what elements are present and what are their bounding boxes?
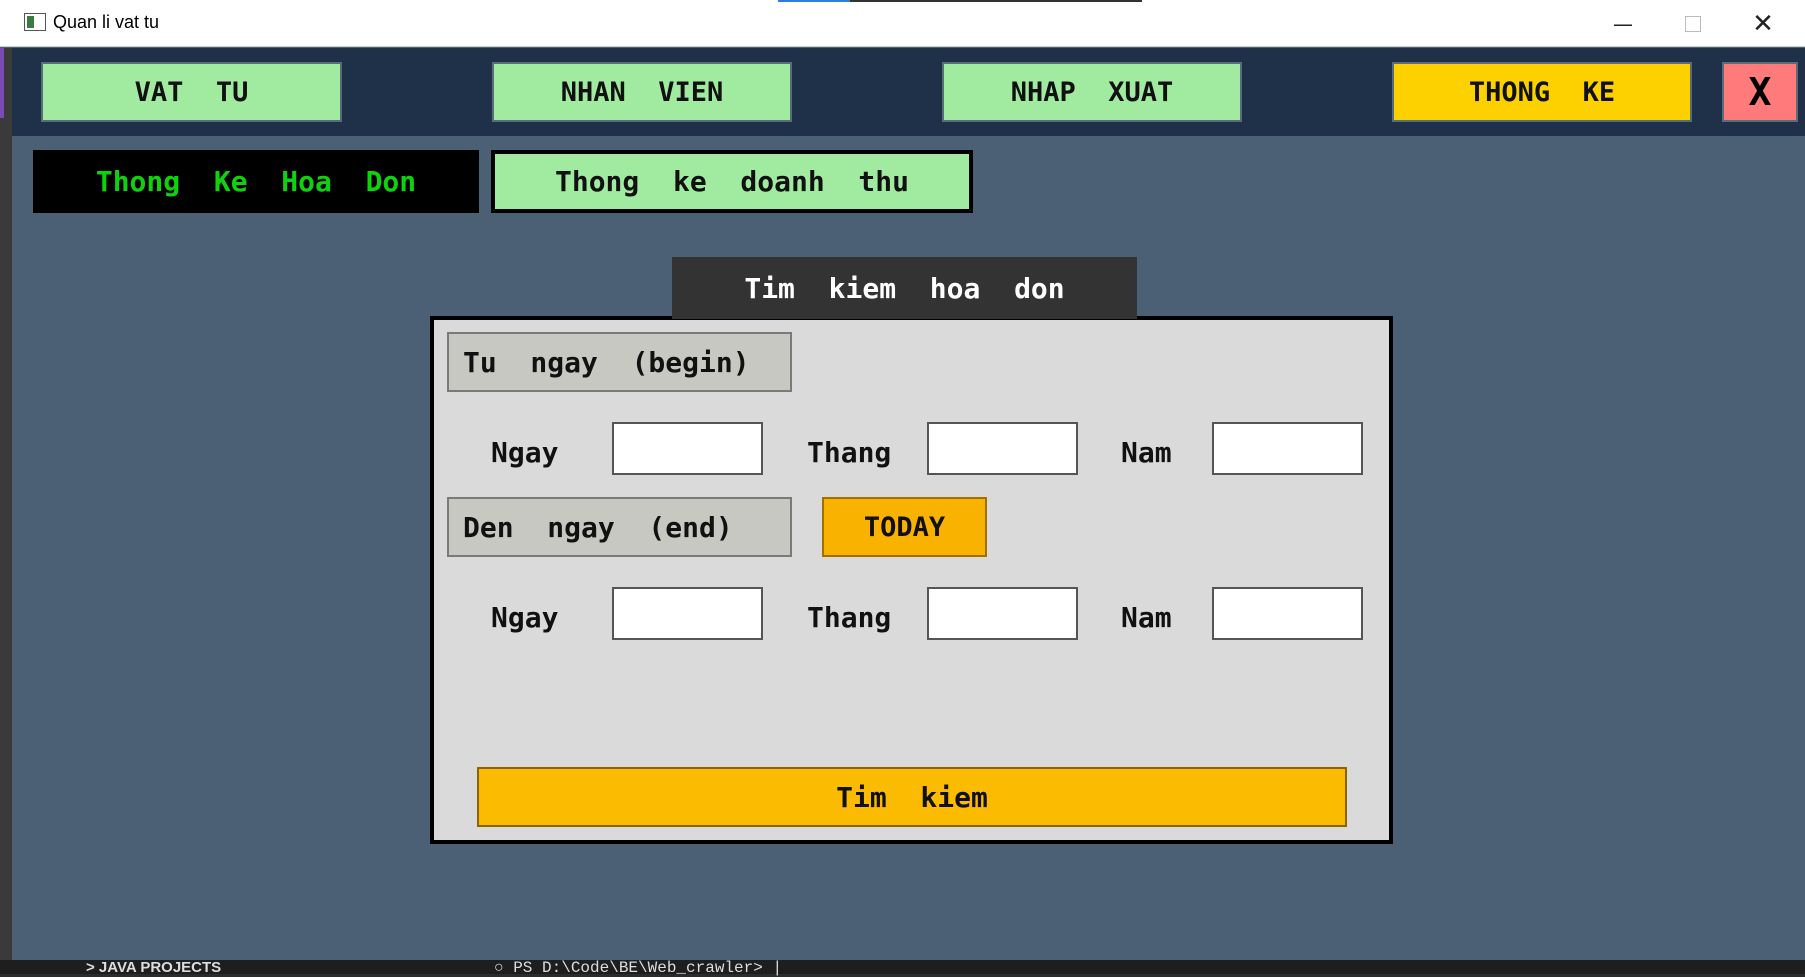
title-bar: Quan li vat tu — ✕ <box>0 0 1805 47</box>
end-date-label: Den ngay (end) <box>447 497 792 557</box>
background-ide-panel <box>0 960 1805 974</box>
end-year-label: Nam <box>1121 601 1172 634</box>
begin-year-label: Nam <box>1121 436 1172 469</box>
end-year-input[interactable] <box>1212 587 1363 640</box>
app-close-button[interactable]: X <box>1722 62 1798 122</box>
begin-day-input[interactable] <box>612 422 763 475</box>
title-accent-line <box>778 0 850 2</box>
invoice-search-panel <box>430 316 1393 844</box>
nav-vat-tu-button[interactable]: VAT TU <box>41 62 342 122</box>
begin-month-input[interactable] <box>927 422 1078 475</box>
nav-nhan-vien-button[interactable]: NHAN VIEN <box>492 62 792 122</box>
background-terminal-prompt: ○ PS D:\Code\BE\Web_crawler> | <box>494 959 783 977</box>
close-window-button[interactable]: ✕ <box>1728 0 1798 47</box>
end-month-label: Thang <box>807 601 892 634</box>
begin-date-label: Tu ngay (begin) <box>447 332 792 392</box>
end-month-input[interactable] <box>927 587 1078 640</box>
search-panel-title: Tim kiem hoa don <box>672 257 1137 319</box>
tab-thong-ke-doanh-thu[interactable]: Thong ke doanh thu <box>491 150 973 213</box>
search-button[interactable]: Tim kiem <box>477 767 1347 827</box>
end-day-label: Ngay <box>491 601 559 634</box>
begin-day-label: Ngay <box>491 436 559 469</box>
begin-month-label: Thang <box>807 436 892 469</box>
nav-thong-ke-button[interactable]: THONG KE <box>1392 62 1692 122</box>
app-window: Quan li vat tu — ✕ VAT TU NHAN VIEN NHAP… <box>0 0 1805 977</box>
tab-thong-ke-hoa-don[interactable]: Thong Ke Hoa Don <box>33 150 479 213</box>
app-icon <box>24 13 46 31</box>
title-accent-line-dark <box>850 0 1142 2</box>
maximize-icon <box>1685 15 1701 32</box>
background-explorer-label: > JAVA PROJECTS <box>86 959 222 976</box>
today-button[interactable]: TODAY <box>822 497 987 557</box>
nav-nhap-xuat-button[interactable]: NHAP XUAT <box>942 62 1242 122</box>
window-title: Quan li vat tu <box>53 12 160 32</box>
minimize-button[interactable]: — <box>1588 0 1658 47</box>
maximize-button[interactable] <box>1658 0 1728 47</box>
end-day-input[interactable] <box>612 587 763 640</box>
background-editor-edge <box>0 48 12 960</box>
begin-year-input[interactable] <box>1212 422 1363 475</box>
